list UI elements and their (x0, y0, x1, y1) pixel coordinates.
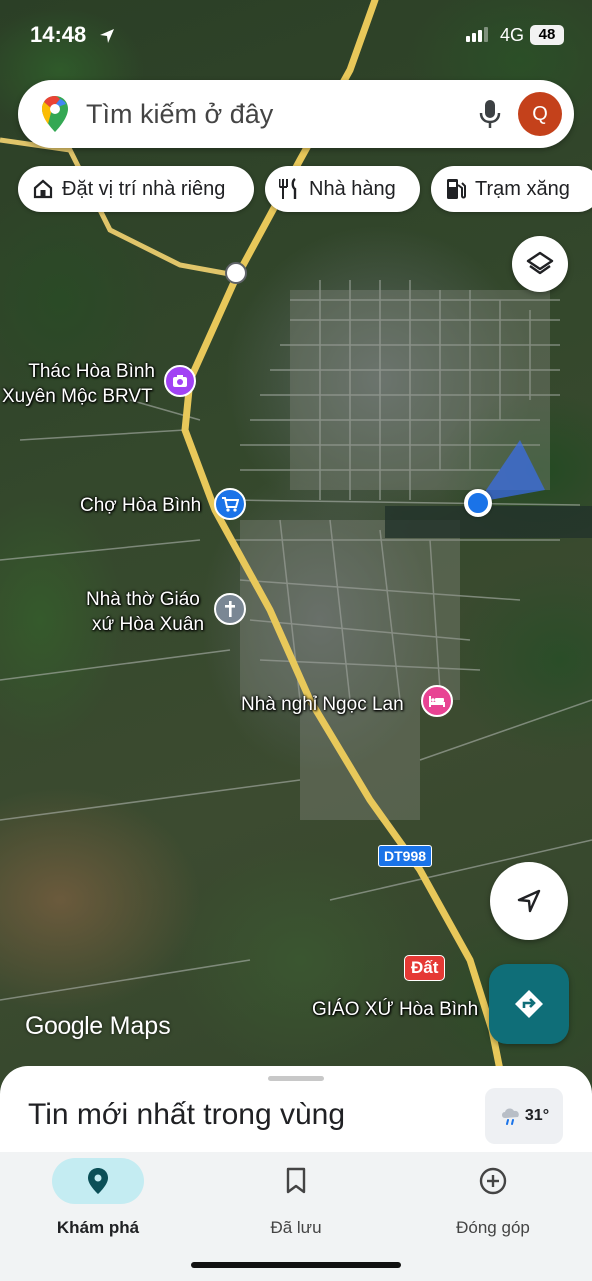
bookmark-icon (286, 1167, 306, 1194)
search-bar[interactable] (18, 80, 574, 148)
directions-icon (515, 990, 543, 1018)
location-arrow-icon (100, 29, 114, 43)
nav-explore-label: Khám phá (56, 1218, 140, 1237)
map-layers-button[interactable] (512, 236, 568, 292)
chip-set-home[interactable]: Đặt vị trí nhà riêng (18, 166, 254, 212)
poi-thac-hoa-binh[interactable]: Thác Hòa Bình (27, 360, 155, 384)
poi-nha-tho-line2[interactable]: xứ Hòa Xuân (92, 613, 204, 637)
restaurant-icon (279, 178, 297, 199)
chip-restaurants-label: Nhà hàng (309, 177, 396, 200)
navigation-arrow-icon (517, 889, 541, 913)
nav-saved-label: Đã lưu (270, 1218, 322, 1237)
add-circle-icon (479, 1167, 507, 1195)
chip-gas-stations[interactable]: Trạm xăng (431, 166, 592, 212)
poi-nha-tho-line1[interactable]: Nhà thờ Giáo (86, 588, 200, 612)
nav-explore[interactable]: Khám phá (18, 1158, 178, 1248)
poi-giao-xu-hoa-binh[interactable]: GIÁO XỨ Hòa Bình (312, 998, 478, 1022)
chip-set-home-label: Đặt vị trí nhà riêng (62, 177, 226, 200)
poi-thac-hoa-binh-line2: Xuyên Mộc BRVT (2, 386, 153, 407)
account-avatar[interactable]: Q (518, 92, 562, 136)
poi-nha-nghi-ngoc-lan[interactable]: Nhà nghỉ Ngọc Lan (241, 693, 404, 717)
bus-stop-icon[interactable] (225, 262, 247, 284)
poi-cho-hoa-binh[interactable]: Chợ Hòa Bình (80, 494, 201, 518)
gas-station-icon (447, 179, 466, 199)
home-indicator[interactable] (191, 1262, 401, 1268)
sheet-title: Tin mới nhất trong vùng (28, 1098, 346, 1131)
cloud-rain-icon (501, 1108, 519, 1125)
chip-gas-stations-label: Trạm xăng (475, 177, 570, 200)
hotel-bed-icon[interactable] (421, 685, 453, 717)
directions-button[interactable] (489, 964, 569, 1044)
network-type: 4G (500, 25, 525, 45)
logo-google-text: Google (25, 1012, 103, 1040)
home-icon (33, 179, 53, 199)
nav-saved[interactable]: Đã lưu (216, 1158, 376, 1248)
road-label-dt998: DT998 (378, 845, 433, 867)
google-maps-logo: Google Maps (25, 1012, 171, 1041)
shopping-cart-icon[interactable] (214, 488, 246, 520)
layers-icon (526, 251, 554, 275)
signal-strength-icon (466, 27, 488, 42)
nav-contribute-label: Đóng góp (456, 1218, 530, 1237)
chip-restaurants[interactable]: Nhà hàng (265, 166, 420, 212)
google-maps-pin-icon (42, 96, 68, 132)
microphone-icon[interactable] (476, 98, 504, 130)
location-pin-icon (88, 1168, 108, 1194)
battery-indicator: 48 (530, 25, 564, 45)
status-time: 14:48 (30, 22, 87, 47)
sheet-drag-handle[interactable] (268, 1076, 324, 1081)
search-input[interactable] (86, 98, 446, 130)
poi-thac-hoa-binh-sub[interactable]: Xuyên Mộc BRVT (2, 385, 153, 409)
church-cross-icon[interactable] (214, 593, 246, 625)
nav-contribute[interactable]: Đóng góp (413, 1158, 573, 1248)
camera-icon[interactable] (164, 365, 196, 397)
logo-maps-text: Maps (109, 1012, 171, 1040)
current-location-dot (464, 489, 492, 517)
poi-thac-hoa-binh-line1: Thác Hòa Bình (28, 361, 155, 382)
land-badge[interactable]: Đất (404, 955, 446, 981)
status-bar: 14:48 4G 48 (0, 0, 592, 72)
my-location-button[interactable] (490, 862, 568, 940)
weather-chip[interactable]: 31° (485, 1088, 563, 1144)
weather-temperature: 31° (524, 1107, 550, 1124)
